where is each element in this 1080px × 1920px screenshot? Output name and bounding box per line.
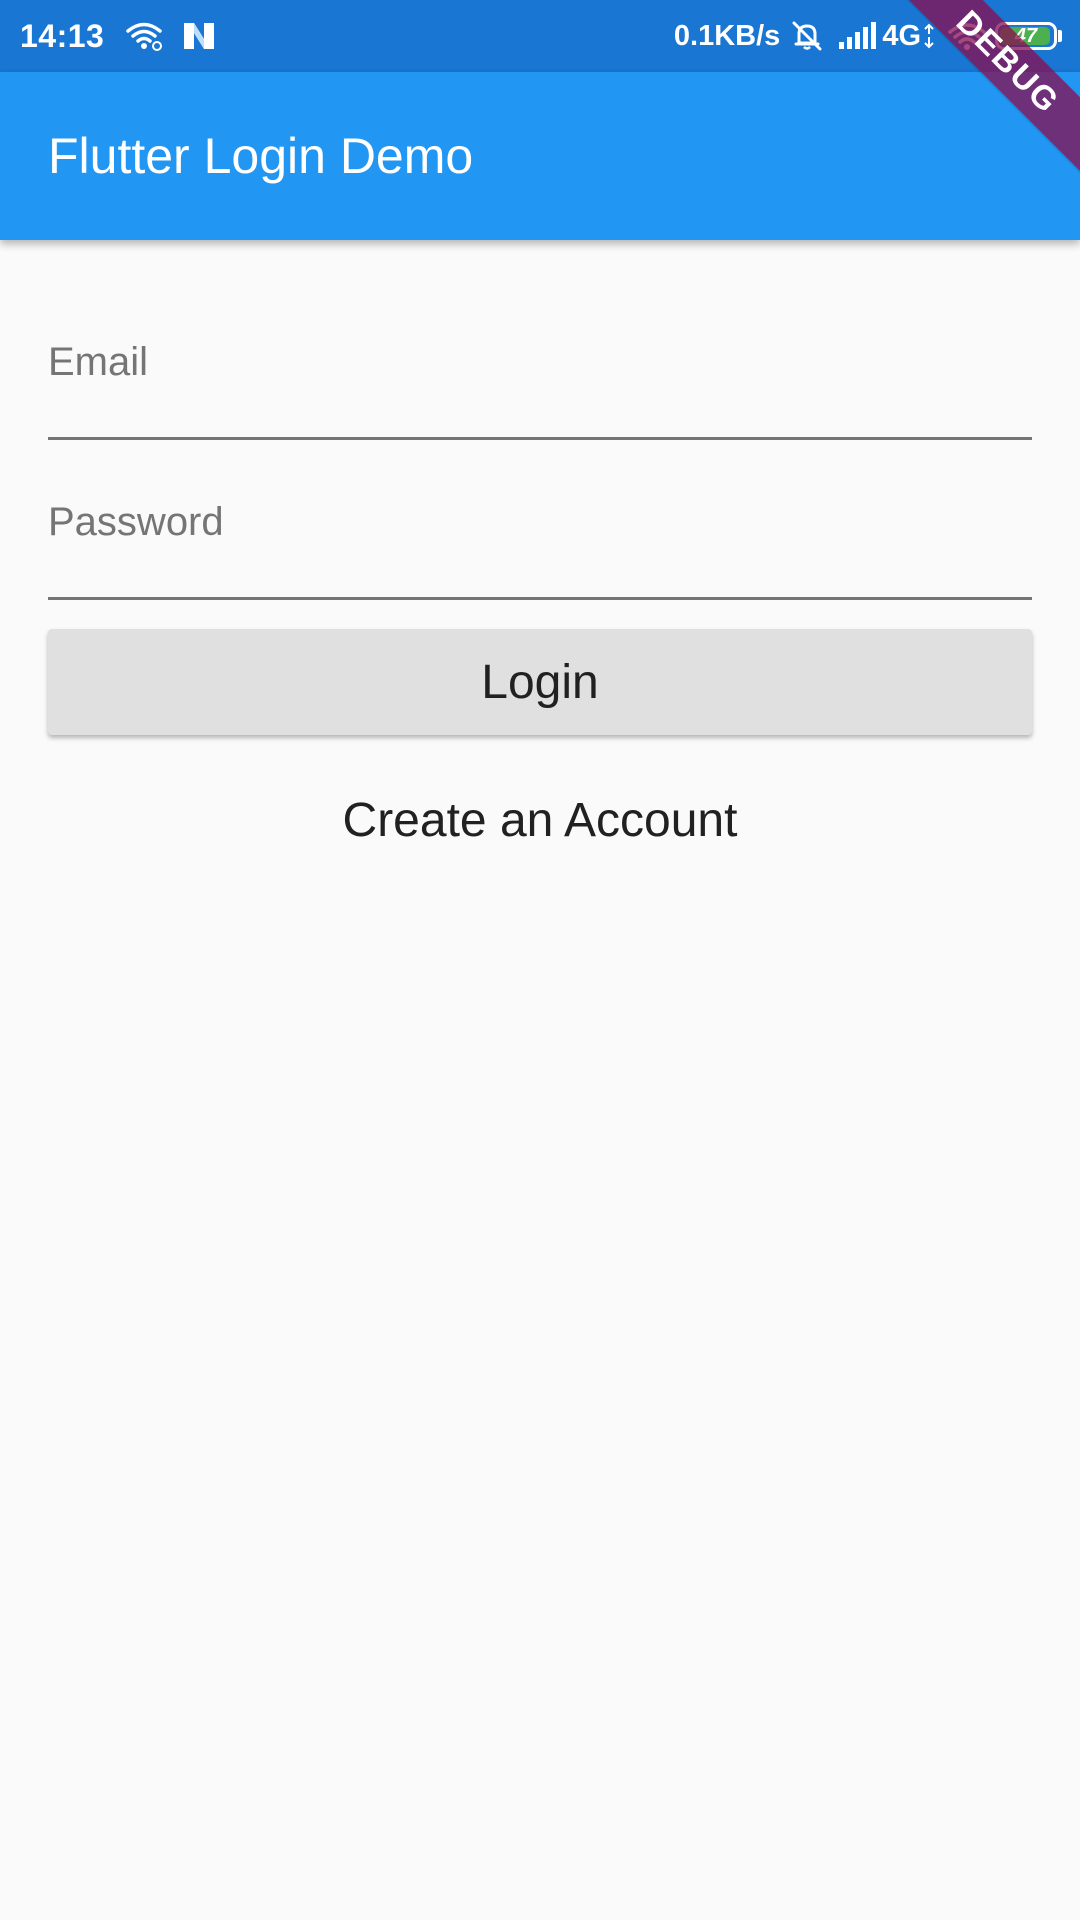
battery-cap xyxy=(1058,30,1062,42)
status-bar: 14:13 0.1KB/s 4G 47 xyxy=(0,0,1080,72)
alarm-off-icon xyxy=(790,19,824,53)
login-button-label: Login xyxy=(481,655,599,709)
create-account-button[interactable]: Create an Account xyxy=(48,780,1032,860)
password-input[interactable] xyxy=(48,490,1036,600)
app-title: Flutter Login Demo xyxy=(48,128,474,184)
wifi-link-icon xyxy=(124,20,164,52)
password-field[interactable]: Password xyxy=(48,490,1036,600)
create-account-label: Create an Account xyxy=(342,793,738,847)
email-field[interactable]: Email xyxy=(48,330,1036,440)
status-time: 14:13 xyxy=(20,17,105,54)
n-app-icon xyxy=(182,21,216,51)
data-arrows-icon xyxy=(923,23,935,49)
net-speed: 0.1KB/s xyxy=(673,19,781,52)
signal-bars-icon xyxy=(838,22,878,50)
email-input[interactable] xyxy=(48,330,1036,440)
network-type: 4G xyxy=(882,19,921,52)
app-bar: Flutter Login Demo xyxy=(0,72,1080,240)
status-left: 14:13 xyxy=(20,18,216,55)
login-button[interactable]: Login xyxy=(48,629,1032,735)
email-underline xyxy=(48,437,1032,440)
password-underline xyxy=(48,597,1032,600)
